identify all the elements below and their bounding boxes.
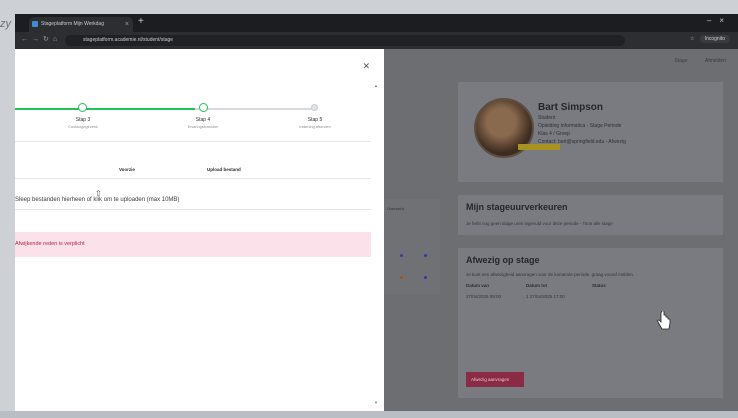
error-alert: Afwijkende reden is verplicht [15,232,371,257]
browser-window: Stageplatform Mijn Werkdag × + –× ←→↻⌂ s… [15,14,738,411]
status-dot [400,276,403,279]
nav-buttons[interactable]: ←→↻⌂ [21,35,61,43]
profile-card: Bart Simpson Student Opleiding Informati… [458,82,723,182]
scroll-up-icon[interactable]: ▲ [374,83,378,88]
step-sub: Ervaringsformulier [187,125,219,129]
close-tab-icon[interactable]: × [125,17,129,32]
link-afmelden[interactable]: Afmelden [705,58,726,64]
status-dot [424,254,427,257]
new-tab-icon[interactable]: + [138,16,144,27]
taskbar-strip [0,411,738,418]
col-header: Status [592,283,606,288]
step-5-pending-icon [311,104,318,111]
hours-card: Mijn stageuurverkeuren Je hebt nog geen … [458,195,723,235]
desktop-text: zy [0,18,11,30]
divider [15,141,371,142]
profile-line: Opleiding Informatica - Stage Periode [538,123,622,129]
cell: 1 27/04/2025 17:00 [526,294,565,299]
alert-text: Afwijkende reden is verplicht [15,241,85,247]
link-stage[interactable]: Stage [674,58,687,64]
hand-cursor-icon [657,311,671,330]
step-3-check-icon [78,103,87,112]
col-header: Datum tot [526,283,547,288]
absence-request-button[interactable]: Afwezig aanvragen [466,372,524,387]
hours-title: Mijn stageuurverkeuren [466,202,568,212]
tab-title: Stageplatform Mijn Werkdag [41,21,104,27]
step-label: Stap 5 [307,117,323,123]
divider [15,178,371,179]
profile-line: Student [538,115,556,121]
status-badge [518,144,560,150]
url-input[interactable]: stageplatform.academie.nl/student/stage [65,35,625,46]
browser-actions: ☆ Incognito [690,35,730,43]
page-content: Stage Afmelden Bart Simpson Student Ople… [15,49,738,411]
upload-hint: Sleep bestanden hierheen of klik om te u… [15,197,180,203]
status-dot [424,276,427,279]
tab-voorzie[interactable]: Voorzie [119,167,135,172]
background-page: Stage Afmelden Bart Simpson Student Ople… [384,49,738,411]
profile-line: Klas 4 / Groep [538,131,570,137]
step-4-check-icon [199,103,208,112]
step-label: Stap 3 [75,117,91,123]
divider [15,209,371,210]
absence-text: Je kunt een afwezigheid aanvragen voor d… [466,272,635,277]
close-icon[interactable]: ✕ [362,61,370,72]
top-links: Stage Afmelden [658,58,726,64]
step-sub: Indiening afronden [299,125,331,129]
progress-line-pending [195,108,313,110]
col-header: Datum van [466,283,490,288]
address-bar-row: ←→↻⌂ stageplatform.academie.nl/student/s… [15,32,738,49]
tab-bar: Stageplatform Mijn Werkdag × + –× [15,14,738,32]
hours-text: Je hebt nog geen stage uren ingevuld voo… [466,221,613,226]
step-sub: Contactgegevens [68,125,98,129]
progress-line-complete [15,108,195,110]
overview-header: Overzicht [387,206,404,211]
scroll-down-icon[interactable]: ▼ [374,400,378,405]
star-icon[interactable]: ☆ [690,36,694,42]
profile-name: Bart Simpson [538,102,604,113]
absence-card: Afwezig op stage Je kunt een afwezigheid… [458,248,723,398]
browser-tab[interactable]: Stageplatform Mijn Werkdag × [29,17,133,32]
absence-title: Afwezig op stage [466,255,540,265]
cell: 27/04/2025 09:00 [466,294,502,299]
upload-modal: ✕ ▲ ▼ Stap 3 Contactgegevens Stap 4 Erva… [15,49,384,411]
status-dot [400,254,403,257]
step-label: Stap 4 [195,117,211,123]
incognito-button[interactable]: Incognito [699,35,730,43]
overview-card: Overzicht [384,199,440,294]
window-controls[interactable]: –× [707,16,732,25]
tab-upload[interactable]: Upload bestand [207,167,241,172]
favicon-icon [32,21,38,27]
